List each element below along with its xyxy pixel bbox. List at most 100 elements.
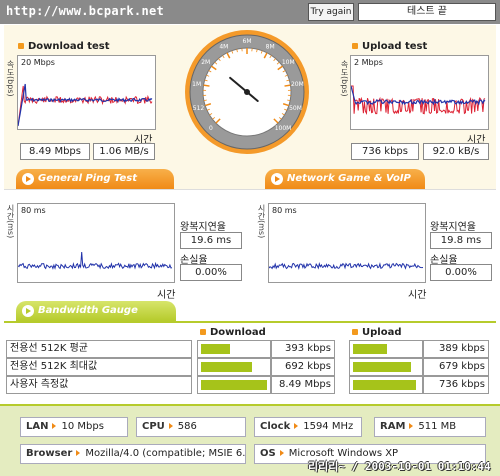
upload-value: 389 kbps — [439, 343, 485, 354]
gauge-tick-label: 4M — [219, 44, 228, 51]
arrow-icon — [294, 423, 299, 429]
clock-info: Clock 1594 MHz — [254, 417, 362, 437]
upload-value-cell: 736 kbps — [423, 376, 489, 394]
bullet-icon — [352, 43, 358, 49]
browser-info: Browser Mozilla/4.0 (compatible; MSIE 6.0 — [20, 444, 246, 464]
ping-left-loss-value: 0.00% — [180, 264, 242, 281]
upload-axis-y: 속도(bps) — [340, 60, 349, 97]
tab-network-game[interactable]: Network Game & VoIP Test — [265, 169, 425, 204]
upload-bar-cell — [349, 358, 423, 376]
ping-right-axis-x: 시간 — [408, 290, 427, 301]
upload-bar-cell — [349, 340, 423, 358]
row-label-text: 사용자 측정값 — [10, 379, 69, 390]
ping-right-loss-value: 0.00% — [430, 264, 492, 281]
gauge-tick-label: 20M — [291, 81, 304, 88]
arrow-icon — [168, 423, 173, 429]
arrow-icon — [22, 305, 34, 317]
gauge-tick-label: 100M — [275, 125, 292, 132]
upload-title: Upload test — [352, 41, 427, 52]
upload-bar-cell — [349, 376, 423, 394]
ping-right-axis-y: 시간(ms) — [257, 204, 266, 239]
gauge-tick-mark — [284, 84, 291, 87]
bullet-icon — [200, 329, 206, 335]
upload-graph-svg — [351, 85, 486, 115]
download-bar — [201, 380, 267, 390]
tab-bandwidth-gauge[interactable]: Bandwidth Gauge — [16, 301, 176, 321]
ping-left-axis-y: 시간(ms) — [6, 204, 15, 239]
bandwidth-row-label: 전용선 512K 평균 — [6, 340, 192, 358]
upload-kbps-value: 736 kbps — [351, 143, 419, 160]
result-status: 테스트 끝 — [358, 3, 496, 21]
bullet-icon — [352, 329, 358, 335]
gauge-tick-label: 2M — [201, 59, 210, 66]
arrow-icon — [271, 173, 283, 185]
download-bar-cell — [197, 376, 271, 394]
download-red-line — [18, 85, 153, 127]
download-bar — [201, 344, 230, 354]
bandwidth-row-label: 사용자 측정값 — [6, 376, 192, 394]
arrow-icon — [22, 173, 34, 185]
gauge-tick-label: 8M — [266, 44, 275, 51]
download-axis-y: 속도(bps) — [6, 60, 15, 97]
ping-left-rtt-value: 19.6 ms — [180, 232, 242, 249]
gauge-tick-label: 50M — [289, 105, 302, 112]
ping-left-rtt-label: 왕복지연율 — [180, 222, 226, 233]
download-value: 8.49 Mbps — [279, 379, 331, 390]
upload-value: 736 kbps — [439, 379, 485, 390]
download-value-cell: 692 kbps — [271, 358, 335, 376]
upload-kbs-value: 92.0 kB/s — [423, 143, 489, 160]
upload-bar — [353, 380, 416, 390]
upload-bar — [353, 344, 387, 354]
download-bar-cell — [197, 340, 271, 358]
gauge-svg: 0 512 1M 2M 4M 6M 8M 10M 20M 50M 100M — [185, 30, 309, 154]
bandwidth-row-label: 전용선 512K 최대값 — [6, 358, 192, 376]
gauge-tick-label: 512 — [193, 105, 205, 112]
ping-left-line — [18, 251, 173, 270]
gauge-tick-label: 6M — [243, 38, 252, 45]
ping-left-graph: 80 ms — [17, 203, 175, 283]
speed-gauge: 0 512 1M 2M 4M 6M 8M 10M 20M 50M 100M — [183, 28, 311, 156]
ping-right-line — [269, 262, 424, 270]
gauge-tick-label: 1M — [192, 81, 201, 88]
try-again-button[interactable]: Try again — [308, 3, 354, 21]
download-mbs-value: 1.06 MB/s — [93, 143, 155, 160]
download-mbps-value: 8.49 Mbps — [20, 143, 90, 160]
upload-value-cell: 679 kbps — [423, 358, 489, 376]
arrow-icon — [52, 423, 57, 429]
bandwidth-download-header: Download — [200, 327, 266, 338]
gauge-tick-label: 0 — [209, 125, 213, 132]
download-title: Download test — [18, 41, 110, 52]
ram-info: RAM 511 MB — [374, 417, 486, 437]
row-label-text: 전용선 512K 최대값 — [10, 361, 98, 372]
site-url[interactable]: http://www.bcpark.net — [6, 4, 164, 18]
download-bar — [201, 362, 252, 372]
ping-left-axis-x: 시간 — [157, 290, 176, 301]
ping-right-rtt-value: 19.8 ms — [430, 232, 492, 249]
bandwidth-divider — [4, 321, 496, 323]
ping-right-rtt-label: 왕복지연율 — [430, 222, 476, 233]
arrow-icon — [279, 450, 284, 456]
download-value: 692 kbps — [285, 361, 331, 372]
upload-bar — [353, 362, 411, 372]
upload-graph: 2 Mbps — [350, 55, 489, 130]
download-graph-svg — [18, 83, 153, 127]
download-blue-line — [18, 83, 153, 127]
tab-general-ping[interactable]: General Ping Test — [16, 169, 174, 189]
download-value-cell: 393 kbps — [271, 340, 335, 358]
ping-left-svg — [18, 251, 173, 270]
ping-right-graph: 80 ms — [268, 203, 426, 283]
gauge-tick-mark — [203, 84, 210, 87]
cpu-info: CPU 586 — [136, 417, 246, 437]
row-label-text: 전용선 512K 평균 — [10, 343, 89, 354]
gauge-hub — [244, 89, 250, 95]
upload-value-cell: 389 kbps — [423, 340, 489, 358]
lan-info: LAN 10 Mbps — [20, 417, 128, 437]
download-graph: 20 Mbps — [17, 55, 156, 130]
ping-right-svg — [269, 262, 424, 270]
timestamp-stamp: 리리리~ / 2003-10-01 01:10:44 — [308, 460, 491, 473]
bandwidth-upload-header: Upload — [352, 327, 401, 338]
upload-value: 679 kbps — [439, 361, 485, 372]
download-value-cell: 8.49 Mbps — [271, 376, 335, 394]
arrow-icon — [409, 423, 414, 429]
download-bar-cell — [197, 358, 271, 376]
